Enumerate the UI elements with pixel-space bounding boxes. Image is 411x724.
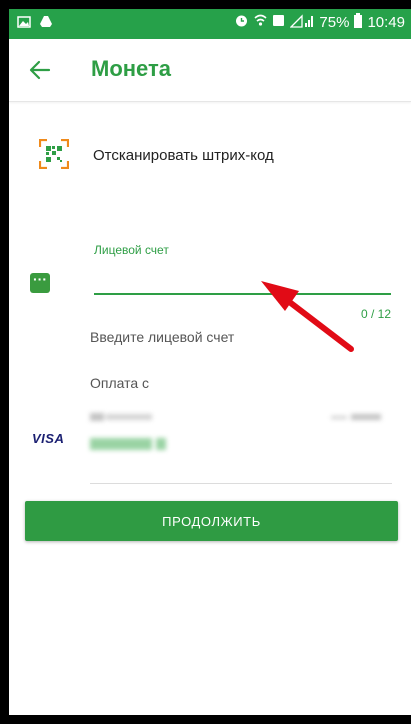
signal-icon <box>289 13 314 32</box>
image-icon <box>17 15 31 34</box>
nfc-icon <box>272 13 285 32</box>
account-char-counter: 0 / 12 <box>360 307 391 321</box>
back-arrow-icon[interactable] <box>27 57 53 83</box>
continue-button[interactable]: ПРОДОЛЖИТЬ <box>25 501 398 541</box>
battery-percent: 75% <box>319 14 350 31</box>
scan-barcode-button[interactable]: Отсканировать штрих-код <box>9 137 411 181</box>
drive-icon <box>39 15 53 34</box>
status-time: 10:49 <box>367 14 405 31</box>
account-field-label: Лицевой счет <box>94 243 169 257</box>
card-balance-blurred <box>90 435 170 457</box>
scan-barcode-label: Отсканировать штрих-код <box>93 147 274 164</box>
annotation-arrow <box>261 281 354 352</box>
alarm-icon <box>234 13 249 32</box>
status-bar-left <box>17 15 53 34</box>
card-divider <box>90 483 392 484</box>
status-bar: 75% 10:49 <box>9 9 411 39</box>
wifi-icon <box>254 13 267 32</box>
visa-logo: VISA <box>32 431 65 446</box>
barcode-scan-icon <box>38 138 70 170</box>
account-icon: ··· <box>30 272 50 293</box>
toolbar: Монета <box>9 39 411 102</box>
device-frame: 75% 10:49 Монета Отсканировать штрих-код… <box>0 0 411 724</box>
page-title: Монета <box>91 56 172 81</box>
app-screen: 75% 10:49 Монета Отсканировать штрих-код… <box>9 9 411 715</box>
card-name-blurred <box>90 411 154 426</box>
account-helper-text: Введите лицевой счет <box>90 329 235 345</box>
battery-icon <box>354 13 363 32</box>
account-input[interactable] <box>94 265 391 295</box>
status-bar-right: 75% 10:49 <box>234 13 405 32</box>
card-selector[interactable]: VISA <box>9 401 411 481</box>
payment-source-label: Оплата с <box>90 375 150 391</box>
card-number-blurred <box>331 411 381 426</box>
